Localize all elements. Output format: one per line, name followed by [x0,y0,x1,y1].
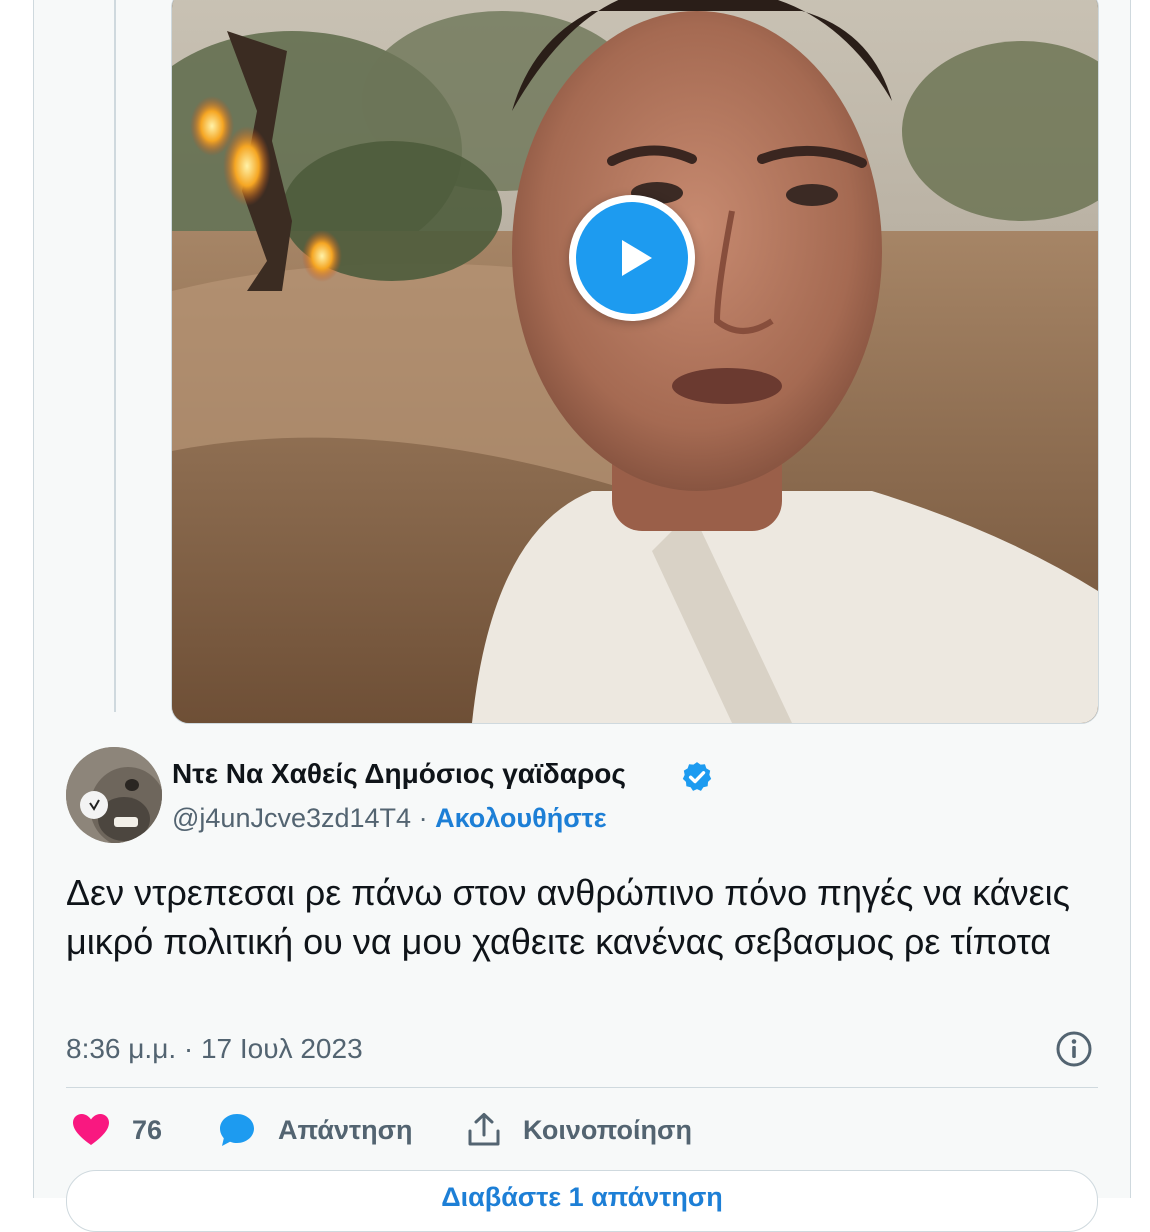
info-icon[interactable] [1055,1030,1093,1068]
speech-bubble-icon [220,1114,254,1146]
like-count: 76 [132,1114,163,1145]
share-upload-icon [468,1113,500,1146]
heart-icon [73,1114,109,1145]
play-icon [576,202,688,314]
avatar[interactable] [66,747,162,843]
tweet-timestamp[interactable]: 8:36 μ.μ. · 17 Ιουλ 2023 [66,1033,363,1065]
handle-separator: · [418,803,428,833]
share-label: Κοινοποίηση [523,1114,693,1145]
reply-button[interactable]: Απάντηση [218,1108,413,1152]
video-thumbnail[interactable] [171,0,1099,724]
author-handle-row: @j4unJcve3zd14T4 · Ακολουθήστε [172,803,607,834]
play-button[interactable] [569,195,695,321]
author-handle[interactable]: @j4unJcve3zd14T4 [172,803,411,833]
divider [66,1087,1098,1088]
verified-badge-icon [682,762,712,791]
video-frame-image [172,0,1098,723]
thread-connector-line [114,0,116,712]
follow-link[interactable]: Ακολουθήστε [435,803,606,833]
author-display-name[interactable]: Ντε Να Χαθείς Δημόσιος γαϊδαρος [172,758,626,790]
read-replies-button[interactable]: Διαβάστε 1 απάντηση [66,1170,1098,1232]
share-button[interactable]: Κοινοποίηση [467,1108,692,1152]
reply-label: Απάντηση [278,1114,413,1145]
tweet-text: Δεν ντρεπεσαι ρε πάνω στον ανθρώπινο πόν… [66,872,1070,962]
like-button[interactable]: 76 [72,1108,162,1152]
